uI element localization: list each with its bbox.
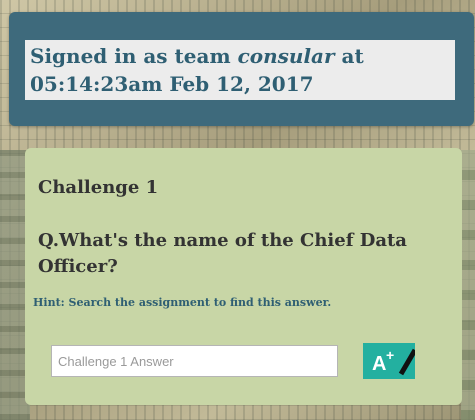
grade-letter: A [372, 353, 386, 375]
signin-timestamp: 05:14:23am Feb 12, 2017 [30, 72, 314, 96]
challenge-hint: Hint: Search the assignment to find this… [33, 296, 332, 309]
signin-suffix: at [334, 44, 364, 68]
team-name: consular [237, 44, 335, 68]
background-panel-right [461, 150, 475, 420]
challenge-question: Q.What's the name of the Chief Data Offi… [38, 230, 407, 277]
a-plus-grade-icon: A + [372, 347, 415, 376]
answer-input[interactable] [51, 345, 338, 377]
marker-stroke [398, 348, 415, 376]
signin-prefix: Signed in as team [30, 44, 238, 68]
svg-text:+: + [386, 347, 394, 363]
submit-answer-button[interactable]: A + [363, 343, 415, 379]
challenge-title: Challenge 1 [38, 177, 159, 198]
signin-status-text: Signed in as team consular at 05:14:23am … [30, 42, 450, 98]
signin-status-box: Signed in as team consular at 05:14:23am … [25, 40, 455, 100]
